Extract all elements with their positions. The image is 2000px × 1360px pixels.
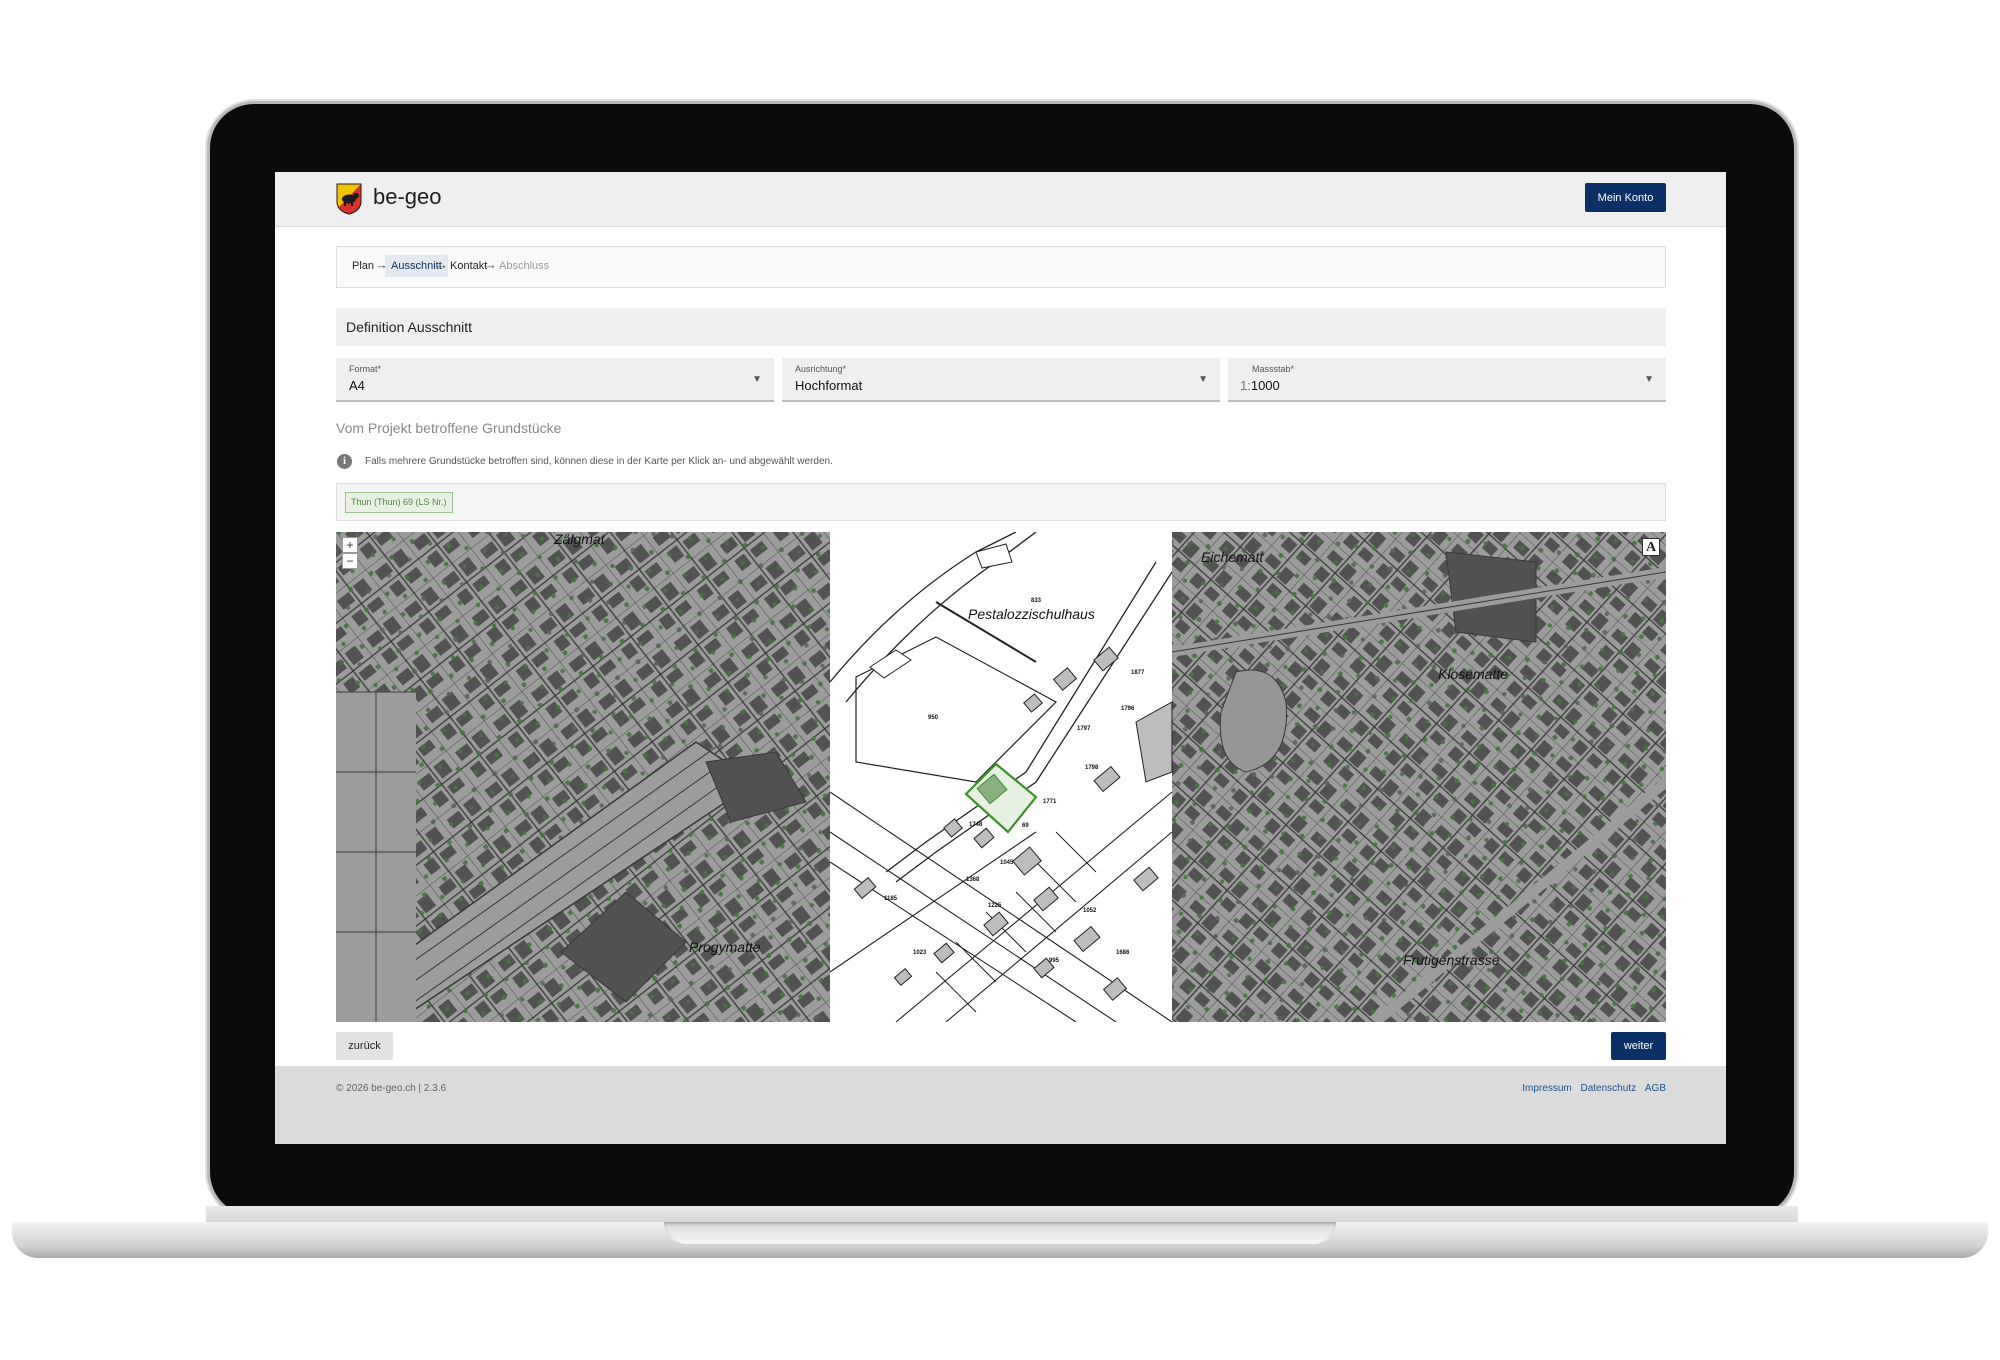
footer-links: Impressum Datenschutz AGB	[1516, 1083, 1666, 1094]
parcel-number: 1225	[988, 903, 1002, 909]
parcels-info-text: Falls mehrere Grundstücke betroffen sind…	[365, 456, 833, 467]
parcel-number: 833	[1031, 598, 1042, 604]
scale-label: Massstab*	[1252, 364, 1295, 374]
map-view[interactable]: Pestalozzischulhaus Progymatte Klosematt…	[336, 532, 1666, 1022]
parcel-number: 1748	[969, 822, 983, 828]
orientation-value: Hochformat	[795, 378, 863, 393]
step-plan[interactable]: Plan	[352, 260, 374, 272]
next-button[interactable]: weiter	[1611, 1032, 1666, 1060]
arrow-right-icon: →	[435, 257, 448, 272]
brand-name: be-geo	[373, 184, 442, 209]
laptop-groove	[664, 1222, 1336, 1244]
my-account-button[interactable]: Mein Konto	[1585, 183, 1666, 212]
step-kontakt[interactable]: Kontakt	[450, 260, 487, 272]
back-button[interactable]: zurück	[336, 1032, 393, 1060]
bern-coat-of-arms-icon	[336, 183, 362, 215]
parcel-number: 1796	[1121, 706, 1135, 712]
map-label-frutigenstrasse: Frutigenstrasse	[1403, 952, 1500, 968]
parcel-number: 950	[928, 715, 939, 721]
app-screen: be-geo Mein Konto Plan → Ausschnitt → Ko…	[275, 172, 1726, 1144]
zoom-out-button[interactable]: −	[342, 553, 358, 569]
arrow-right-icon: →	[484, 257, 497, 272]
orientation-label: Ausrichtung*	[795, 364, 847, 374]
format-value: A4	[349, 378, 365, 393]
north-arrow-icon: A	[1642, 538, 1660, 556]
breadcrumb-stepper: Plan → Ausschnitt → Kontakt → Abschluss	[336, 246, 1666, 288]
caret-down-icon: ▼	[1198, 374, 1208, 385]
scale-value-wrap: 1:1000	[1240, 378, 1280, 393]
caret-down-icon: ▼	[752, 374, 762, 385]
scale-prefix: 1:	[1240, 378, 1251, 393]
orientation-select[interactable]: Ausrichtung* Hochformat ▼	[782, 358, 1220, 402]
format-select[interactable]: Format* A4 ▼	[336, 358, 774, 402]
step-abschluss: Abschluss	[499, 260, 550, 272]
parcel-number: 1797	[1077, 726, 1091, 732]
datenschutz-link[interactable]: Datenschutz	[1581, 1083, 1637, 1094]
parcel-number: 1877	[1131, 670, 1145, 676]
app-header: be-geo Mein Konto	[275, 172, 1726, 227]
map-mask-east	[1172, 532, 1666, 1022]
selected-parcels-box: Thun (Thun) 69 (LS Nr.)	[336, 483, 1666, 521]
agb-link[interactable]: AGB	[1645, 1083, 1666, 1094]
map-label-eichematt: Eichematt	[1201, 549, 1264, 565]
parcel-number: 1052	[1083, 908, 1097, 914]
parcel-number: 1368	[966, 877, 980, 883]
parcel-number: 995	[1049, 958, 1060, 964]
scale-select[interactable]: Massstab* 1:1000 ▼	[1228, 358, 1666, 402]
info-icon: i	[337, 454, 352, 469]
parcel-number: 1798	[1085, 765, 1099, 771]
zoom-in-button[interactable]: +	[342, 537, 358, 553]
parcel-number: 1023	[913, 950, 927, 956]
cadastral-map[interactable]: Pestalozzischulhaus Progymatte Klosematt…	[336, 532, 1666, 1022]
copyright-text: © 2026 be-geo.ch | 2.3.6	[336, 1083, 447, 1094]
app-footer: © 2026 be-geo.ch | 2.3.6 Impressum Daten…	[275, 1066, 1726, 1144]
map-label-progymatte: Progymatte	[689, 939, 761, 955]
parcels-heading: Vom Projekt betroffene Grundstücke	[336, 420, 562, 436]
caret-down-icon: ▼	[1644, 374, 1654, 385]
map-label-klosematte: Klosematte	[1438, 666, 1508, 682]
parcel-number: 1185	[884, 896, 898, 902]
map-label-zaelgmatt: Zälgmat	[553, 532, 606, 547]
format-label: Format*	[349, 364, 382, 374]
parcel-chip[interactable]: Thun (Thun) 69 (LS Nr.)	[345, 492, 453, 513]
parcel-number-69: 69	[1022, 823, 1029, 829]
impressum-link[interactable]: Impressum	[1522, 1083, 1571, 1094]
parcel-number: 1686	[1116, 950, 1130, 956]
section-title: Definition Ausschnitt	[336, 308, 1666, 346]
parcel-number: 1045	[1000, 860, 1014, 866]
map-label-pestalozzi: Pestalozzischulhaus	[968, 606, 1095, 622]
parcel-number: 1771	[1043, 799, 1057, 805]
scale-value: 1000	[1250, 378, 1280, 393]
